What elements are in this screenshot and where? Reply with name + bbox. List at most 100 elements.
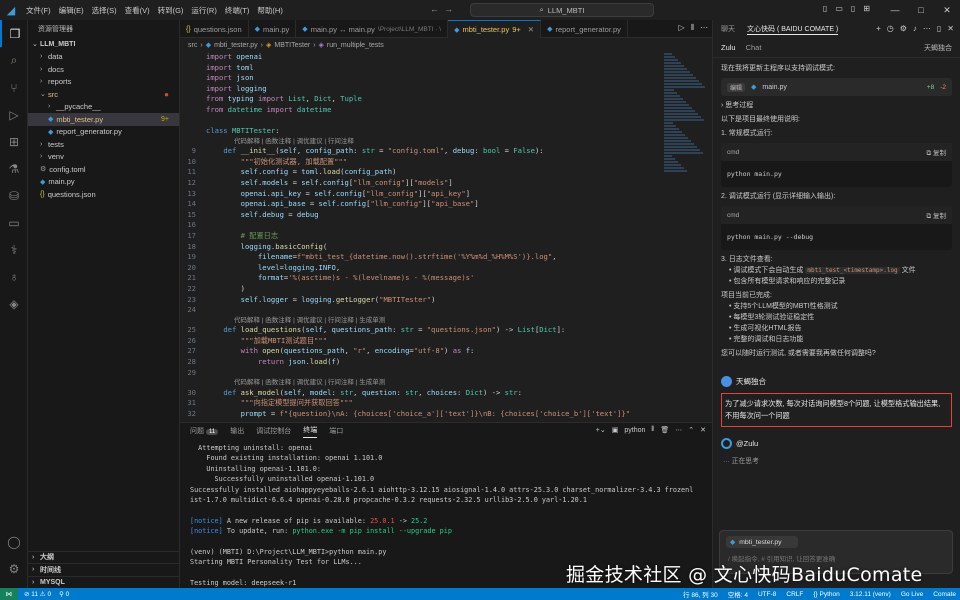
- remote-indicator-icon[interactable]: ⋈: [0, 588, 18, 600]
- python-icon[interactable]: ⚕: [0, 236, 28, 263]
- tab-chat[interactable]: 聊天: [721, 24, 735, 34]
- outline-section[interactable]: › 大纲: [28, 550, 180, 564]
- comate-icon[interactable]: ♁: [0, 263, 28, 290]
- toggle-sidebar-icon[interactable]: ▯: [823, 4, 827, 13]
- status-item[interactable]: 3.12.11 (venv): [850, 591, 891, 598]
- terminal-shell-name[interactable]: python: [624, 427, 645, 434]
- menu-item[interactable]: 编辑(E): [55, 5, 88, 16]
- tree-item-tests[interactable]: › tests: [28, 138, 179, 151]
- tree-item-report-generator-py[interactable]: ◆ report_generator.py: [28, 126, 179, 139]
- tab-main-py---main-py[interactable]: ◆ main.py ↔ main.py \Project\LLM_MBTI · \: [296, 20, 449, 38]
- status-item[interactable]: {} Python: [813, 591, 839, 598]
- testing-icon[interactable]: ⚗: [0, 155, 28, 182]
- tree-item---pycache--[interactable]: › __pycache__: [28, 101, 179, 114]
- codelens[interactable]: 代码解释 | 函数注释 | 调优建议 | 行间注释 | 生成单测: [180, 378, 660, 388]
- code-editor[interactable]: import openai import toml import json impor…: [180, 52, 660, 422]
- tab-questions-json[interactable]: {} questions.json: [180, 20, 249, 38]
- maximize-panel-icon[interactable]: ⌃: [688, 426, 694, 434]
- tree-item-reports[interactable]: › reports: [28, 76, 179, 89]
- menu-item[interactable]: 查看(V): [121, 5, 154, 16]
- explorer-icon[interactable]: ❐: [0, 20, 28, 47]
- split-editor-icon[interactable]: ⫴: [691, 23, 694, 33]
- toggle-secondary-icon[interactable]: ▯: [851, 4, 855, 13]
- menu-item[interactable]: 文件(F): [22, 5, 55, 16]
- tab-problems[interactable]: 问题 11: [190, 426, 219, 436]
- status-item[interactable]: CRLF: [786, 591, 803, 598]
- customize-layout-icon[interactable]: ⊞: [863, 4, 870, 13]
- ports-status[interactable]: ⚲ 0: [59, 590, 69, 598]
- close-panel-icon[interactable]: ✕: [700, 426, 706, 434]
- tab-report-generator-py[interactable]: ◆ report_generator.py: [541, 20, 628, 38]
- tree-item-questions-json[interactable]: {} questions.json: [28, 188, 179, 201]
- tab-mbti-tester-py[interactable]: ◆ mbti_tester.py 9+ ✕: [448, 20, 542, 38]
- copy-button[interactable]: ⧉ 复制: [927, 210, 946, 221]
- timeline-section[interactable]: › 时间线: [28, 563, 180, 576]
- manage-gear-icon[interactable]: ⚙: [0, 555, 28, 582]
- panel-layout-icon[interactable]: ▯: [937, 24, 941, 33]
- more-icon[interactable]: ⋯: [675, 426, 682, 434]
- context-file-chip[interactable]: ◆ mbti_tester.py: [726, 536, 798, 548]
- tree-item-src[interactable]: ⌄ src ●: [28, 88, 179, 101]
- copy-button[interactable]: ⧉ 复制: [927, 147, 946, 158]
- minimap[interactable]: [660, 52, 712, 422]
- layers-icon[interactable]: ◈: [0, 290, 28, 317]
- source-control-icon[interactable]: ⑂: [0, 74, 28, 101]
- tree-item-data[interactable]: › data: [28, 51, 179, 64]
- tab-output[interactable]: 输出: [230, 426, 244, 436]
- tab-zulu[interactable]: Zulu: [721, 43, 736, 52]
- close-chat-icon[interactable]: ✕: [947, 24, 954, 33]
- maximize-button[interactable]: □: [908, 5, 934, 15]
- status-item[interactable]: 行 86, 列 30: [683, 589, 718, 599]
- extensions-icon[interactable]: ⊞: [0, 128, 28, 155]
- close-tab-icon[interactable]: ✕: [528, 25, 534, 34]
- split-terminal-icon[interactable]: ⫴: [651, 426, 654, 434]
- problems-status[interactable]: ⊘ 11 ⚠ 0: [24, 590, 51, 598]
- database-icon[interactable]: ⛁: [0, 182, 28, 209]
- mysql-section[interactable]: › MYSQL: [28, 575, 180, 589]
- settings-icon[interactable]: ⚙: [900, 24, 907, 33]
- run-debug-icon[interactable]: ▷: [0, 101, 28, 128]
- more-actions-icon[interactable]: ⋯: [700, 23, 708, 33]
- status-item[interactable]: Comate: [933, 591, 956, 598]
- more-icon[interactable]: ⋯: [923, 24, 931, 33]
- nav-arrows[interactable]: ← →: [430, 4, 453, 14]
- status-item[interactable]: Go Live: [901, 591, 923, 598]
- close-window-button[interactable]: ✕: [934, 5, 960, 16]
- remote-explorer-icon[interactable]: ▭: [0, 209, 28, 236]
- tab-chat-mode[interactable]: Chat: [746, 43, 762, 52]
- menu-item[interactable]: 选择(S): [88, 5, 121, 16]
- account-icon[interactable]: ◯: [0, 528, 28, 555]
- tree-item-mbti-tester-py[interactable]: ◆ mbti_tester.py 9+: [28, 113, 179, 126]
- new-terminal-icon[interactable]: +⌄: [596, 426, 606, 434]
- codelens[interactable]: 代码解释 | 函数注释 | 调优建议 | 行间注释: [180, 137, 660, 147]
- tab-main-py[interactable]: ◆ main.py: [249, 20, 297, 38]
- tab-comate[interactable]: 文心快码 ( BAIDU COMATE ): [747, 24, 839, 35]
- new-chat-icon[interactable]: +: [876, 24, 881, 33]
- tree-item-docs[interactable]: › docs: [28, 63, 179, 76]
- file-edit-chip[interactable]: 编辑 ◆ main.py +8 -2: [721, 78, 952, 96]
- bell-icon[interactable]: ♪: [913, 24, 917, 33]
- run-icon[interactable]: ▷: [678, 23, 684, 33]
- minimize-button[interactable]: —: [882, 5, 908, 15]
- tree-item-config-toml[interactable]: ⚙ config.toml: [28, 163, 179, 176]
- menu-item[interactable]: 运行(R): [187, 5, 220, 16]
- trash-icon[interactable]: 🗑: [660, 426, 669, 434]
- thinking-toggle[interactable]: › 思考过程: [721, 100, 952, 111]
- command-center-search[interactable]: ⌕ LLM_MBTI: [470, 3, 654, 17]
- status-item[interactable]: UTF-8: [758, 591, 776, 598]
- codelens[interactable]: 代码解释 | 函数注释 | 调优建议 | 行间注释 | 生成单测: [180, 316, 660, 326]
- history-icon[interactable]: ◷: [887, 24, 894, 33]
- menu-item[interactable]: 转到(G): [154, 5, 188, 16]
- toggle-panel-icon[interactable]: ▭: [835, 4, 843, 13]
- tree-item-main-py[interactable]: ◆ main.py: [28, 176, 179, 189]
- breadcrumb-item[interactable]: MBTITester: [274, 42, 310, 49]
- breadcrumb-item[interactable]: run_multiple_tests: [327, 42, 384, 49]
- breadcrumb-item[interactable]: mbti_tester.py: [214, 42, 258, 49]
- tab-terminal[interactable]: 终端: [303, 425, 318, 438]
- search-activity-icon[interactable]: ⌕: [0, 47, 28, 74]
- project-root[interactable]: ⌄ LLM_MBTI: [28, 38, 179, 51]
- tab-debug-console[interactable]: 调试控制台: [256, 426, 291, 436]
- status-item[interactable]: 空格: 4: [728, 589, 748, 599]
- menu-item[interactable]: 终端(T): [221, 5, 254, 16]
- tree-item-venv[interactable]: › venv: [28, 151, 179, 164]
